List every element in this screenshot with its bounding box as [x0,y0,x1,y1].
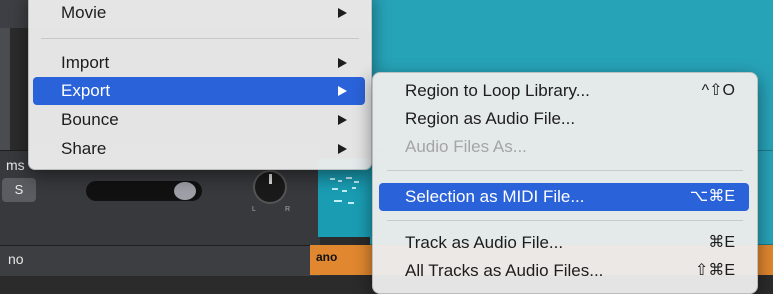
volume-slider-knob[interactable] [174,182,196,200]
menu-item-label: Movie [61,3,107,22]
region-label: ano [316,250,338,264]
menu-separator [387,220,743,221]
menu-separator [41,38,359,39]
menu-item-label: Track as Audio File... [405,233,564,252]
solo-button[interactable]: S [2,178,36,202]
menu-item-import[interactable]: Import [33,49,365,77]
menu-item-all-tracks-as-audio-files[interactable]: All Tracks as Audio Files... ⇧⌘E [379,257,749,285]
menu-item-label: Import [61,53,110,72]
menu-separator [387,170,743,171]
chevron-right-icon [338,144,347,154]
menu-item-export[interactable]: Export [33,77,365,105]
track-name-2: no [8,251,24,267]
chevron-right-icon [338,86,347,96]
menu-item-shortcut: ⌘E [708,234,735,251]
chevron-right-icon [338,58,347,68]
track-name: ms [6,157,25,173]
midi-notes [328,176,368,206]
menu-item-movie[interactable]: Movie [33,0,365,27]
menu-item-audio-files-as: Audio Files As... [379,133,749,161]
menu-item-label: Export [61,81,111,100]
menu-item-region-as-audio-file[interactable]: Region as Audio File... [379,105,749,133]
track-header-2[interactable] [0,245,320,276]
menu-item-label: Region to Loop Library... [405,81,590,100]
file-menu: Movie Import Export Bounce Share [28,0,372,170]
menu-item-label: Share [61,139,107,158]
pan-knob[interactable] [253,170,287,204]
menu-item-bounce[interactable]: Bounce [33,106,365,134]
pan-right-label: R [285,206,291,213]
menu-item-shortcut: ⇧⌘E [694,262,735,279]
menu-item-region-to-loop-library[interactable]: Region to Loop Library... ^⇧O [379,77,749,105]
chevron-right-icon [338,115,347,125]
menu-item-selection-as-midi-file[interactable]: Selection as MIDI File... ⌥⌘E [379,183,749,211]
menu-item-shortcut: ^⇧O [701,82,735,99]
menu-item-label: Bounce [61,110,119,129]
menu-item-share[interactable]: Share [33,135,365,163]
menu-item-label: All Tracks as Audio Files... [405,261,604,280]
menu-item-shortcut: ⌥⌘E [689,188,735,205]
chevron-right-icon [338,8,347,18]
menu-item-track-as-audio-file[interactable]: Track as Audio File... ⌘E [379,229,749,257]
menu-item-label: Audio Files As... [405,137,527,156]
menu-item-label: Selection as MIDI File... [405,187,585,206]
export-submenu: Region to Loop Library... ^⇧O Region as … [372,72,758,294]
menu-item-label: Region as Audio File... [405,109,576,128]
pan-left-label: L [252,206,256,213]
